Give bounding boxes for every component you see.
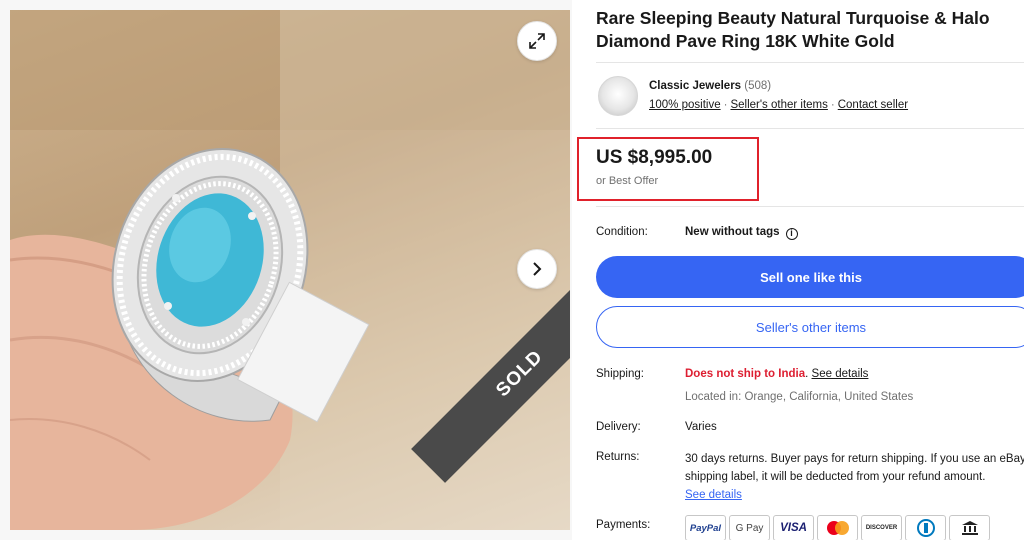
shipping-label: Shipping: <box>596 368 644 380</box>
shipping-value: Does not ship to India. See details <box>685 368 868 380</box>
expand-image-button[interactable] <box>517 21 557 61</box>
item-location: Located in: Orange, California, United S… <box>685 391 914 403</box>
payments-label: Payments: <box>596 519 651 531</box>
seller-links: 100% positive · Seller's other items · Conta… <box>649 99 908 111</box>
divider <box>596 206 1024 207</box>
expand-icon <box>529 33 545 49</box>
bank-icon <box>949 515 990 540</box>
positive-feedback-link[interactable]: 100% positive <box>649 99 721 111</box>
seller-info: Classic Jewelers (508) <box>649 80 771 92</box>
condition-text: New without tags <box>685 226 780 238</box>
delivery-label: Delivery: <box>596 421 641 433</box>
returns-see-details-link[interactable]: See details <box>685 489 742 501</box>
seller-feedback-count: (508) <box>744 80 772 92</box>
condition-label: Condition: <box>596 226 648 238</box>
paypal-icon: PayPal <box>685 515 726 540</box>
seller-avatar[interactable] <box>598 76 638 116</box>
delivery-value: Varies <box>685 421 717 433</box>
price-highlight-box <box>577 137 759 201</box>
sellers-other-items-button[interactable]: Seller's other items <box>596 306 1024 348</box>
item-details-panel: Rare Sleeping Beauty Natural Turquoise &… <box>584 0 1024 540</box>
sell-one-like-this-button[interactable]: Sell one like this <box>596 256 1024 298</box>
next-image-button[interactable] <box>517 249 557 289</box>
returns-label: Returns: <box>596 451 640 463</box>
diners-club-icon <box>905 515 946 540</box>
chevron-right-icon <box>533 262 542 276</box>
listing-title: Rare Sleeping Beauty Natural Turquoise &… <box>596 8 990 51</box>
mastercard-icon <box>817 515 858 540</box>
info-icon[interactable]: i <box>785 228 798 240</box>
returns-policy: 30 days returns. Buyer pays for return s… <box>685 450 1024 504</box>
payment-methods: PayPal G Pay VISA DISCOVER <box>685 515 990 540</box>
condition-value: New without tags i <box>685 226 798 240</box>
divider <box>596 128 1024 129</box>
google-pay-icon: G Pay <box>729 515 770 540</box>
image-gallery: SOLD <box>0 0 572 540</box>
shipping-see-details-link[interactable]: See details <box>812 368 869 380</box>
seller-other-items-link[interactable]: Seller's other items <box>730 99 827 111</box>
visa-icon: VISA <box>773 515 814 540</box>
shipping-warning: Does not ship to India <box>685 368 806 380</box>
discover-icon: DISCOVER <box>861 515 902 540</box>
shipping-period: . <box>805 368 809 380</box>
separator: · <box>723 99 728 111</box>
separator: · <box>830 99 835 111</box>
contact-seller-link[interactable]: Contact seller <box>838 99 908 111</box>
product-photo[interactable]: SOLD <box>10 10 570 530</box>
ring-photo-illustration <box>10 10 570 530</box>
returns-text: 30 days returns. Buyer pays for return s… <box>685 453 1024 483</box>
seller-name[interactable]: Classic Jewelers <box>649 80 741 92</box>
divider <box>596 62 1024 63</box>
